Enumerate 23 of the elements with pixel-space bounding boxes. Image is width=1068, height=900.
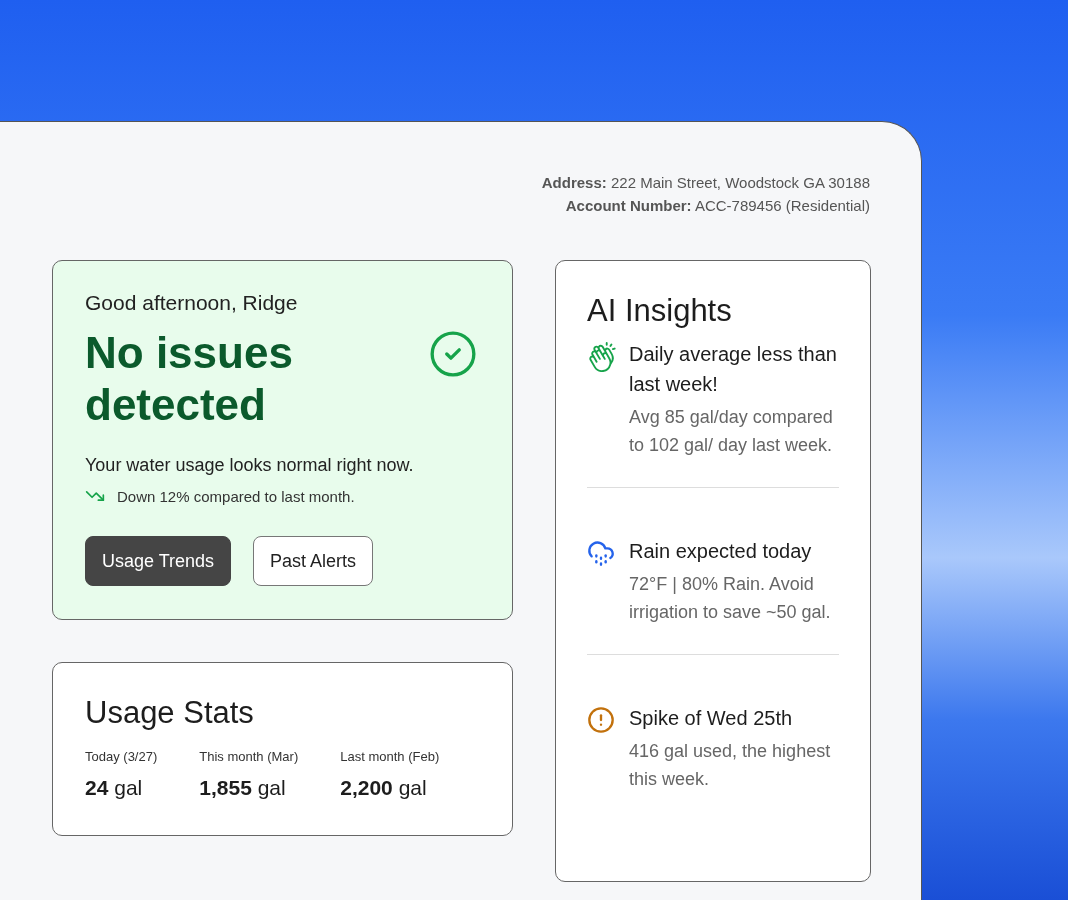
stat-value: 2,200 gal: [340, 776, 428, 800]
check-circle-icon: [428, 329, 478, 379]
action-button[interactable]: Past Alerts: [253, 536, 374, 586]
insight-text: 72°F | 80% Rain. Avoid irrigation to save ~50 gal.: [629, 573, 832, 624]
stat-label: Today (3/27): [85, 749, 158, 764]
account-number-text: Account Number: ACC-789456 (Residential): [565, 197, 870, 214]
stat-label: This month (Mar): [199, 749, 299, 764]
action-button[interactable]: Usage Trends: [85, 536, 232, 586]
card-title: Usage Stats: [85, 695, 255, 731]
status-headline: No issues detected: [85, 327, 294, 431]
stat-value: 24 gal: [85, 776, 144, 800]
stat-label: Last month (Feb): [340, 749, 440, 764]
insight-title: Daily average less than last week!: [629, 342, 838, 397]
trend-text: Down 12% compared to last month.: [117, 487, 355, 505]
insight-text: 416 gal used, the highest this week.: [629, 740, 832, 791]
card-title: AI Insights: [587, 293, 733, 329]
greeting-text: Good afternoon, Ridge: [85, 291, 299, 315]
insight-title: Spike of Wed 25th: [629, 706, 794, 731]
address-text: Address: 222 Main Street, Woodstock GA 30188: [541, 174, 870, 191]
insight-title: Rain expected today: [629, 539, 813, 564]
insight-text: Avg 85 gal/day compared to 102 gal/ day last week.: [629, 406, 834, 457]
status-message: Your water usage looks normal right now.: [85, 455, 415, 476]
stat-value: 1,855 gal: [199, 776, 287, 800]
